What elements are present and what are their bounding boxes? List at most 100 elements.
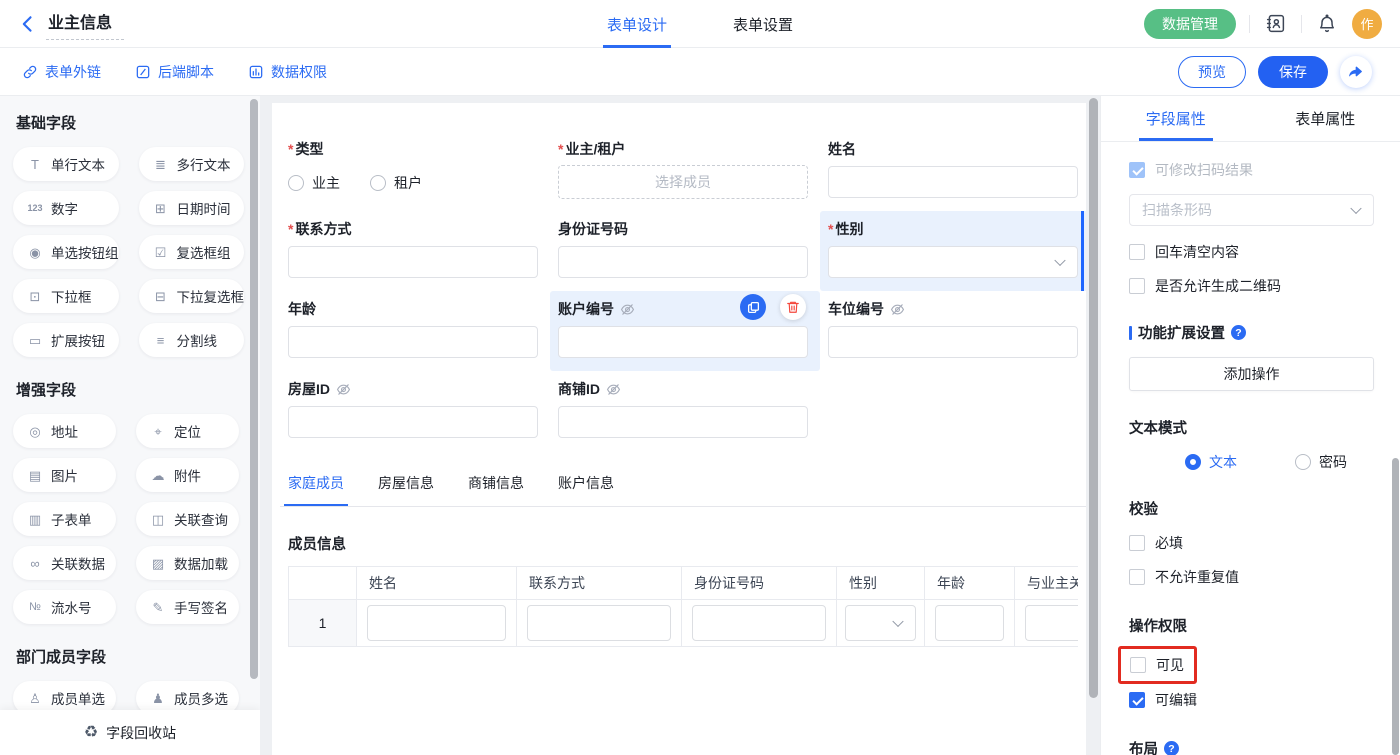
- tab-form-settings[interactable]: 表单设置: [733, 0, 793, 48]
- canvas-field-account-no[interactable]: 账户编号: [550, 291, 820, 371]
- sidebar-item-relation-query[interactable]: ◫关联查询: [136, 502, 239, 536]
- tab-house-info[interactable]: 房屋信息: [378, 473, 434, 506]
- cell-id-number-input[interactable]: [692, 605, 826, 641]
- sidebar-item-image[interactable]: ▤图片: [13, 458, 116, 492]
- canvas-field-owner-tenant[interactable]: *业主/租户 选择成员: [550, 131, 820, 211]
- field-library-sidebar: 基础字段 T单行文本 ≣多行文本 123数字 ⊞日期时间 ◉单选按钮组 ☑复选框…: [0, 96, 260, 755]
- radio-icon: [1185, 454, 1201, 470]
- checkbox-clear-on-enter[interactable]: 回车清空内容: [1129, 242, 1374, 262]
- parking-no-input[interactable]: [828, 326, 1078, 358]
- avatar[interactable]: 作: [1352, 9, 1382, 39]
- row-number: 1: [289, 600, 357, 647]
- checkbox-no-duplicates[interactable]: 不允许重复值: [1129, 567, 1374, 587]
- radio-text-mode-text[interactable]: 文本: [1185, 452, 1237, 472]
- help-icon[interactable]: ?: [1164, 741, 1179, 755]
- sidebar-item-checkbox-group[interactable]: ☑复选框组: [139, 235, 245, 269]
- back-icon[interactable]: [18, 14, 38, 34]
- checkbox-required[interactable]: 必填: [1129, 533, 1374, 553]
- attachment-icon: ☁: [150, 469, 166, 482]
- select-member-button[interactable]: 选择成员: [558, 165, 808, 199]
- sidebar-item-datetime[interactable]: ⊞日期时间: [139, 191, 245, 225]
- sidebar-item-serial-number[interactable]: №流水号: [13, 590, 116, 624]
- cell-contact-input[interactable]: [527, 605, 671, 641]
- eye-off-icon: [336, 382, 351, 397]
- serial-number-icon: №: [27, 602, 43, 613]
- checkbox-allow-qrcode[interactable]: 是否允许生成二维码: [1129, 276, 1374, 296]
- sidebar-item-data-load[interactable]: ▨数据加载: [136, 546, 239, 580]
- tab-family-members[interactable]: 家庭成员: [288, 473, 344, 506]
- cell-age-input[interactable]: [935, 605, 1004, 641]
- radio-group-icon: ◉: [27, 246, 43, 259]
- radio-text-mode-password[interactable]: 密码: [1295, 452, 1347, 472]
- sidebar-item-radio-group[interactable]: ◉单选按钮组: [13, 235, 119, 269]
- canvas-field-gender[interactable]: *性别: [820, 211, 1086, 291]
- checkbox-editable[interactable]: 可编辑: [1129, 690, 1374, 710]
- canvas-field-shop-id[interactable]: 商铺ID: [550, 371, 820, 451]
- share-button[interactable]: [1340, 56, 1372, 88]
- tab-form-properties[interactable]: 表单属性: [1251, 96, 1400, 141]
- sidebar-item-dropdown[interactable]: ⊡下拉框: [13, 279, 119, 313]
- sidebar-item-extend-button[interactable]: ▭扩展按钮: [13, 323, 119, 357]
- tab-form-design[interactable]: 表单设计: [607, 0, 667, 48]
- save-button[interactable]: 保存: [1258, 56, 1328, 88]
- sidebar-scrollbar[interactable]: [250, 99, 258, 679]
- account-no-input[interactable]: [558, 326, 808, 358]
- canvas-field-id-number[interactable]: 身份证号码: [550, 211, 820, 291]
- delete-field-button[interactable]: [780, 294, 806, 320]
- scan-mode-select[interactable]: 扫描条形码: [1129, 194, 1374, 226]
- age-input[interactable]: [288, 326, 538, 358]
- copy-field-button[interactable]: [740, 294, 766, 320]
- table-header-age: 年龄: [925, 567, 1015, 600]
- contact-book-icon[interactable]: [1263, 11, 1288, 36]
- gender-select[interactable]: [828, 246, 1078, 278]
- single-line-text-icon: T: [27, 158, 43, 171]
- contact-input[interactable]: [288, 246, 538, 278]
- add-operation-button[interactable]: 添加操作: [1129, 357, 1374, 391]
- canvas-field-house-id[interactable]: 房屋ID: [280, 371, 550, 451]
- checkbox-visible[interactable]: 可见: [1130, 655, 1184, 675]
- sidebar-item-attachment[interactable]: ☁附件: [136, 458, 239, 492]
- sidebar-item-divider[interactable]: ≡分割线: [139, 323, 245, 357]
- canvas-field-type[interactable]: *类型 业主 租户: [280, 131, 550, 211]
- radio-option-tenant[interactable]: 租户: [370, 173, 422, 193]
- bell-icon[interactable]: [1315, 12, 1339, 36]
- tab-shop-info[interactable]: 商铺信息: [468, 473, 524, 506]
- sidebar-item-relation-data[interactable]: ∞关联数据: [13, 546, 116, 580]
- help-icon[interactable]: ?: [1231, 325, 1246, 340]
- sidebar-item-multi-line-text[interactable]: ≣多行文本: [139, 147, 245, 181]
- id-number-input[interactable]: [558, 246, 808, 278]
- preview-button[interactable]: 预览: [1178, 56, 1246, 88]
- member-multi-icon: ♟: [150, 692, 166, 705]
- form-external-link-button[interactable]: 表单外链: [22, 62, 101, 82]
- canvas-field-age[interactable]: 年龄: [280, 291, 550, 371]
- sidebar-item-locate[interactable]: ⌖定位: [136, 414, 239, 448]
- backend-script-button[interactable]: 后端脚本: [135, 62, 214, 82]
- canvas-field-name[interactable]: 姓名: [820, 131, 1086, 211]
- sidebar-item-signature[interactable]: ✎手写签名: [136, 590, 239, 624]
- cell-gender-select[interactable]: [845, 605, 916, 641]
- tab-field-properties[interactable]: 字段属性: [1101, 96, 1251, 141]
- sidebar-item-dropdown-multi[interactable]: ⊟下拉复选框: [139, 279, 245, 313]
- sidebar-item-subform[interactable]: ▥子表单: [13, 502, 116, 536]
- panel-scrollbar[interactable]: [1392, 458, 1399, 755]
- sidebar-item-address[interactable]: ◎地址: [13, 414, 116, 448]
- cell-relation-input[interactable]: [1025, 605, 1078, 641]
- sidebar-item-number[interactable]: 123数字: [13, 191, 119, 225]
- tab-account-info[interactable]: 账户信息: [558, 473, 614, 506]
- trash-icon: [786, 300, 800, 314]
- data-manage-button[interactable]: 数据管理: [1144, 9, 1236, 39]
- canvas-field-contact[interactable]: *联系方式: [280, 211, 550, 291]
- field-recycle-bin-button[interactable]: ♻ 字段回收站: [0, 710, 260, 755]
- canvas-scrollbar[interactable]: [1089, 98, 1098, 698]
- house-id-input[interactable]: [288, 406, 538, 438]
- canvas-field-parking-no[interactable]: 车位编号: [820, 291, 1086, 371]
- shop-id-input[interactable]: [558, 406, 808, 438]
- section-accent-bar: [1129, 326, 1132, 340]
- radio-option-owner[interactable]: 业主: [288, 173, 340, 193]
- sidebar-item-single-line-text[interactable]: T单行文本: [13, 147, 119, 181]
- dropdown-icon: ⊡: [27, 290, 43, 303]
- cell-name-input[interactable]: [367, 605, 506, 641]
- data-permission-button[interactable]: 数据权限: [248, 62, 327, 82]
- required-star: *: [558, 141, 563, 157]
- name-input[interactable]: [828, 166, 1078, 198]
